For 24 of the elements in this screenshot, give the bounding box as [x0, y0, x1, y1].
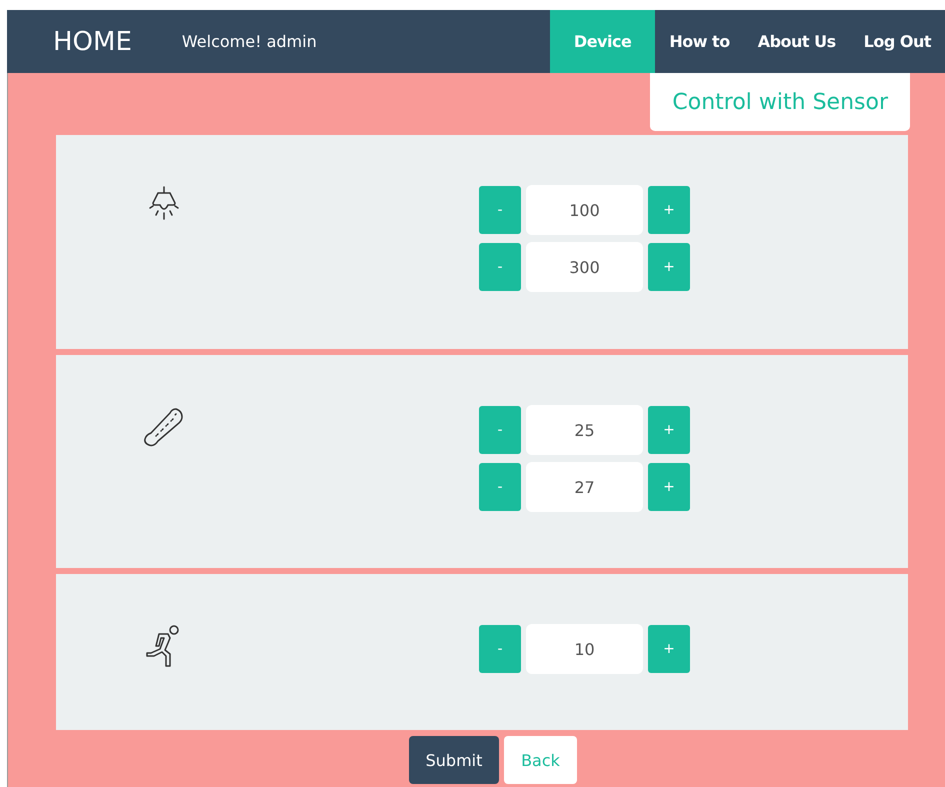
decrease-button[interactable]: -	[479, 463, 521, 511]
increase-button[interactable]: +	[648, 625, 690, 673]
decrease-button[interactable]: -	[479, 406, 521, 454]
decrease-button[interactable]: -	[479, 625, 521, 673]
nav-link[interactable]: Device	[550, 10, 656, 73]
increase-button[interactable]: +	[648, 186, 690, 234]
value-field[interactable]: 100	[526, 185, 643, 235]
section-tab[interactable]: Control with Sensor	[650, 73, 910, 131]
increase-button[interactable]: +	[648, 243, 690, 291]
value-field[interactable]: 10	[526, 624, 643, 674]
nav-link[interactable]: About Us	[744, 10, 850, 73]
decrease-button[interactable]: -	[479, 243, 521, 291]
decrease-button[interactable]: -	[479, 186, 521, 234]
submit-button[interactable]: Submit	[409, 736, 499, 784]
increase-button[interactable]: +	[648, 406, 690, 454]
nav-link[interactable]: Log Out	[850, 10, 945, 73]
brand-title[interactable]: HOME	[53, 26, 132, 56]
back-button[interactable]: Back	[504, 736, 577, 784]
value-field[interactable]: 27	[526, 462, 643, 512]
nav-link[interactable]: How to	[655, 10, 744, 73]
value-field[interactable]: 300	[526, 242, 643, 292]
value-field[interactable]: 25	[526, 405, 643, 455]
increase-button[interactable]: +	[648, 463, 690, 511]
welcome-text: Welcome! admin	[182, 32, 317, 51]
